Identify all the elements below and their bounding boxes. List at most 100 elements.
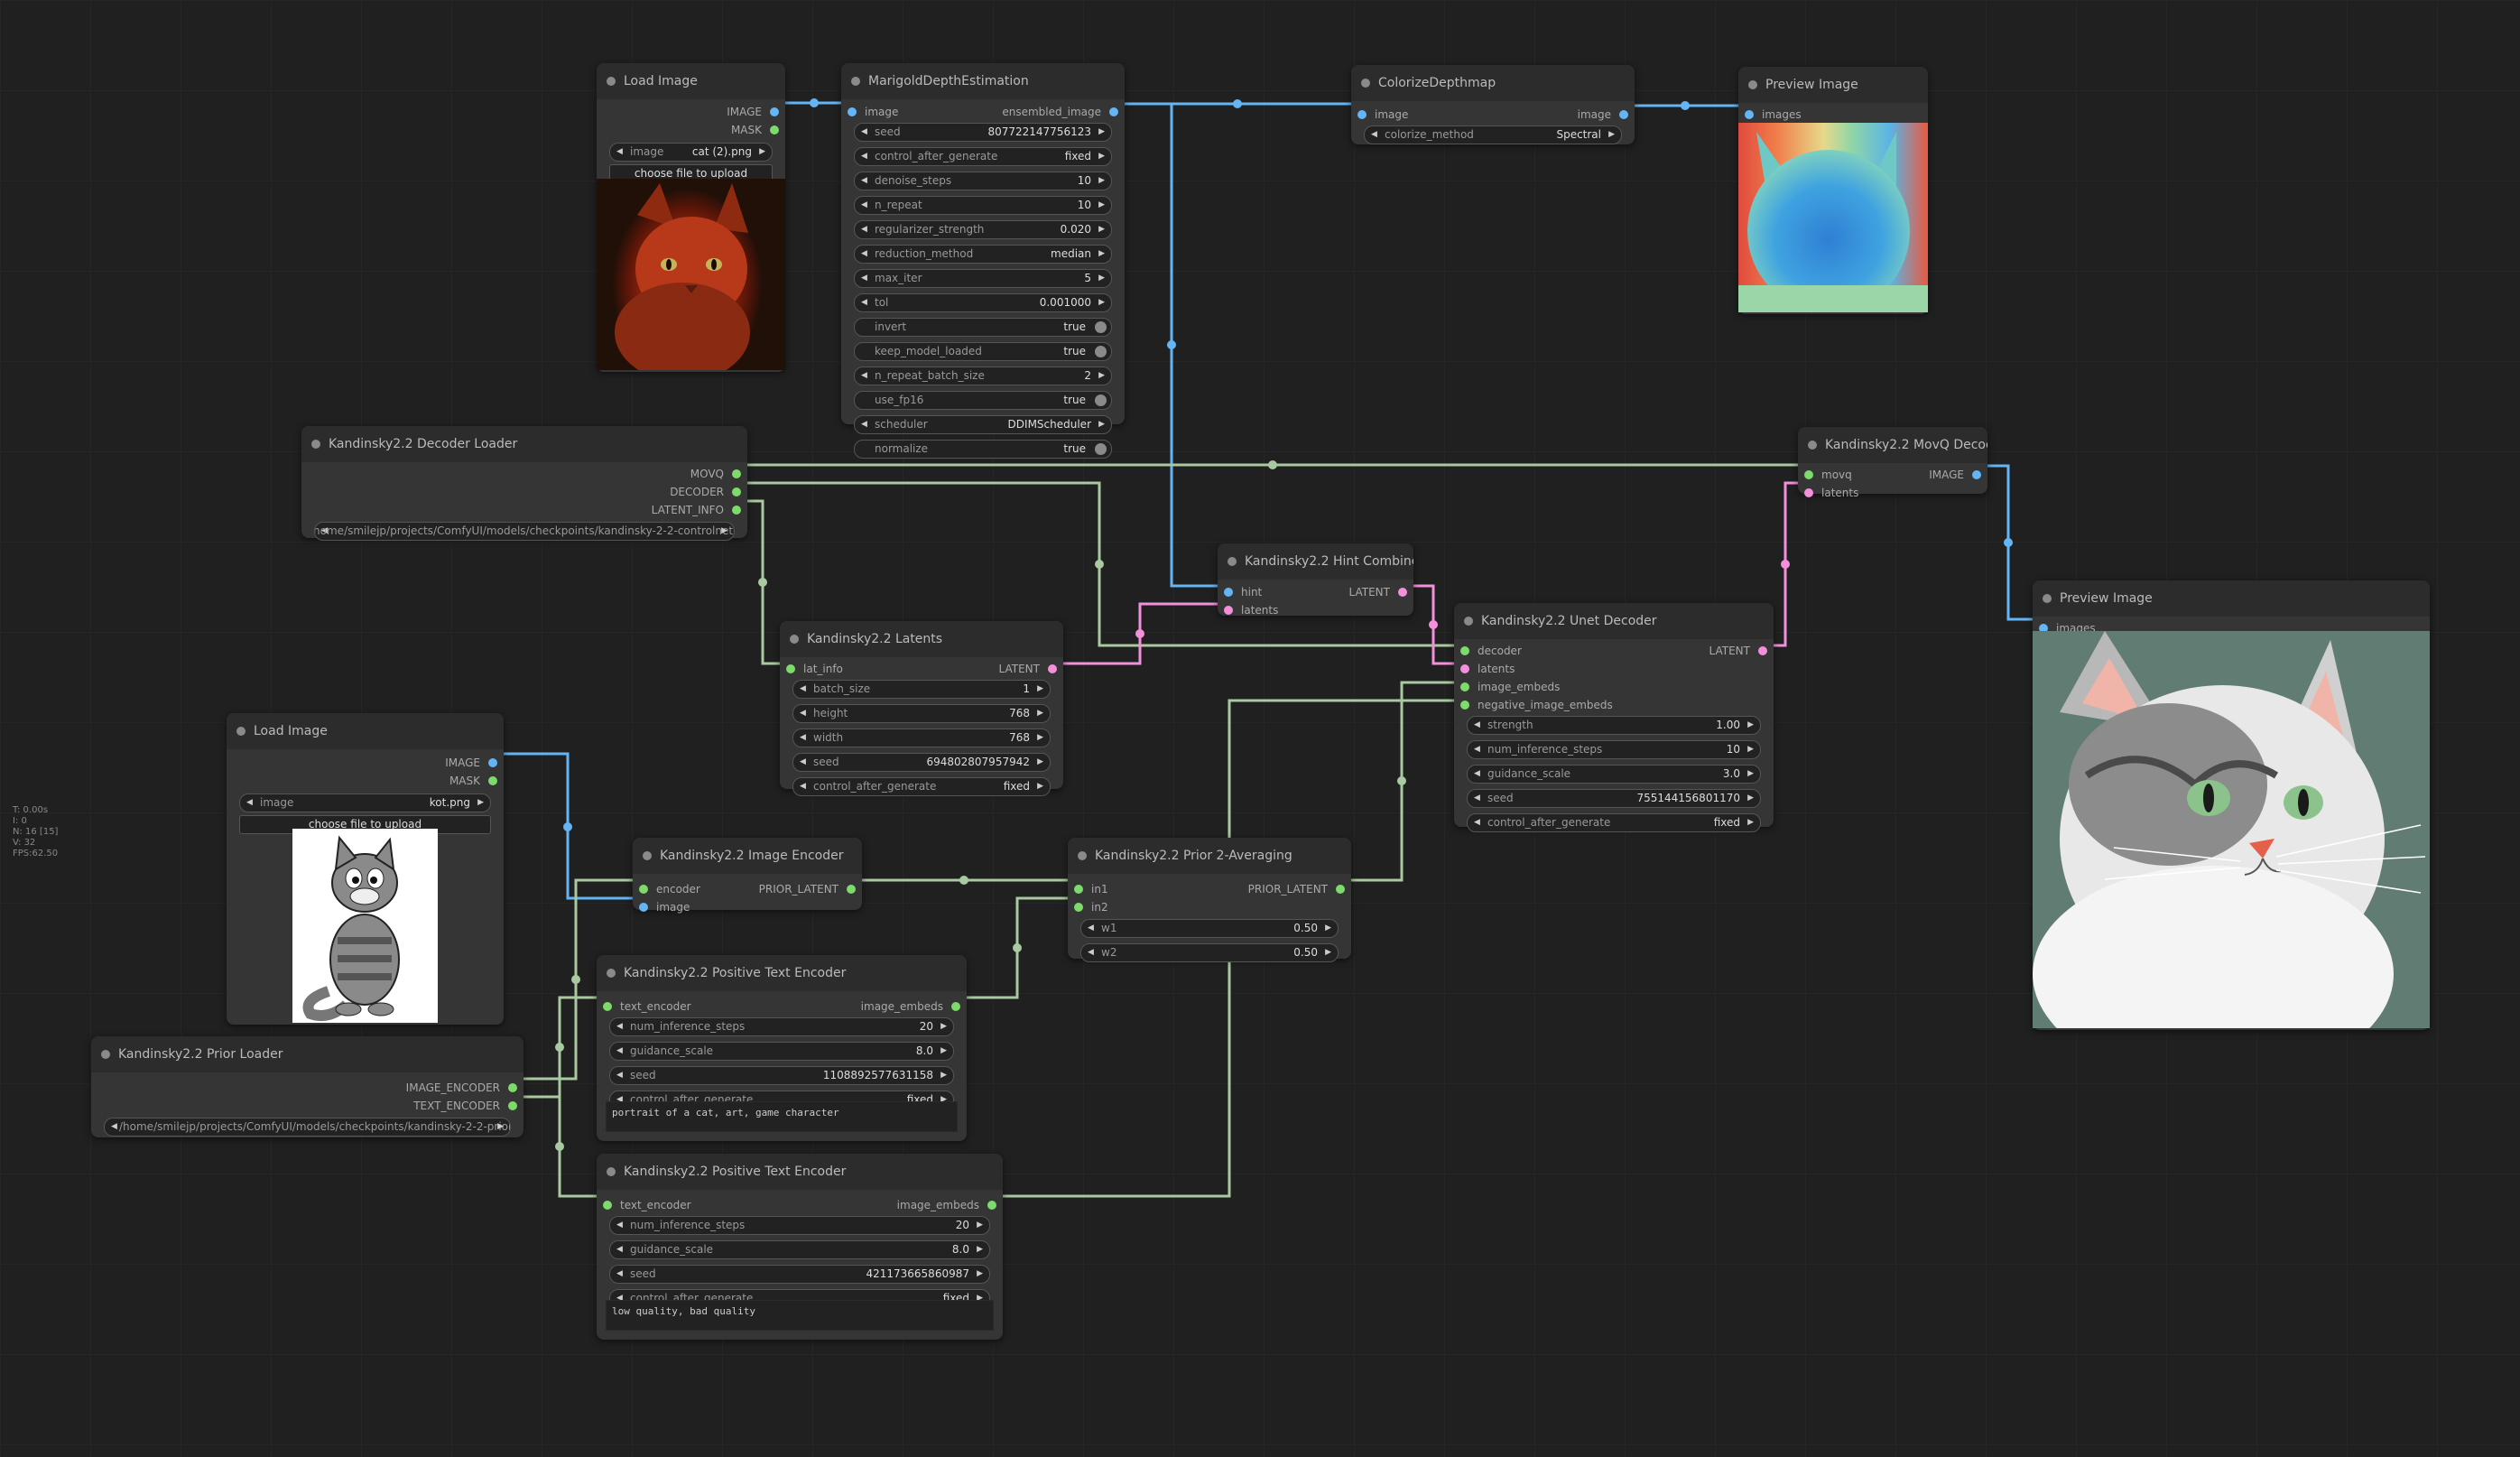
- arrow-right-icon[interactable]: ▶: [477, 794, 484, 812]
- arrow-left-icon[interactable]: ◀: [861, 221, 867, 238]
- arrow-right-icon[interactable]: ▶: [1098, 246, 1105, 263]
- load-image-node[interactable]: Load Image IMAGE MASK ◀ image cat (2).png ▶…: [597, 63, 785, 372]
- arrow-right-icon[interactable]: ▶: [1325, 944, 1331, 961]
- widget-n-repeat[interactable]: ◀ n_repeat 10 ▶: [854, 196, 1112, 215]
- arrow-right-icon[interactable]: ▶: [1098, 221, 1105, 238]
- slot-dot[interactable]: [1804, 488, 1813, 497]
- collapse-dot[interactable]: [2043, 594, 2052, 603]
- arrow-left-icon[interactable]: ◀: [1088, 920, 1094, 937]
- widget-seed[interactable]: ◀ seed 755144156801170 ▶: [1467, 789, 1761, 808]
- arrow-right-icon[interactable]: ▶: [1098, 172, 1105, 190]
- arrow-right-icon[interactable]: ▶: [1037, 681, 1043, 698]
- slot-dot[interactable]: [770, 107, 779, 116]
- arrow-left-icon[interactable]: ◀: [1474, 717, 1480, 734]
- slot-dot[interactable]: [987, 1201, 996, 1210]
- arrow-right-icon[interactable]: ▶: [977, 1266, 983, 1283]
- arrow-right-icon[interactable]: ▶: [977, 1241, 983, 1258]
- widget-keep-model-loaded[interactable]: keep_model_loaded true: [854, 342, 1112, 361]
- arrow-right-icon[interactable]: ▶: [1037, 754, 1043, 771]
- colorize-method-select[interactable]: ◀ colorize_method Spectral ▶: [1364, 125, 1622, 144]
- arrow-left-icon[interactable]: ◀: [861, 148, 867, 165]
- widget-reduction-method[interactable]: ◀ reduction_method median ▶: [854, 245, 1112, 264]
- node-title-bar[interactable]: Kandinsky2.2 Prior 2-Averaging: [1068, 838, 1351, 874]
- output-latent[interactable]: LATENT: [1349, 583, 1413, 601]
- colorize-depthmap-node[interactable]: ColorizeDepthmap image image ◀ colorize_m…: [1351, 65, 1635, 144]
- arrow-right-icon[interactable]: ▶: [759, 144, 765, 161]
- widget-seed[interactable]: ◀ seed 807722147756123 ▶: [854, 123, 1112, 142]
- output-latent-info[interactable]: LATENT_INFO: [652, 501, 747, 519]
- slot-dot[interactable]: [603, 1201, 612, 1210]
- arrow-right-icon[interactable]: ▶: [1747, 717, 1754, 734]
- widget-control-after-generate[interactable]: ◀ control_after_generate fixed ▶: [792, 777, 1051, 796]
- output-latent[interactable]: LATENT: [1709, 642, 1774, 660]
- slot-dot[interactable]: [1398, 588, 1407, 597]
- slot-dot[interactable]: [1619, 110, 1628, 119]
- arrow-left-icon[interactable]: ◀: [800, 754, 806, 771]
- collapse-dot[interactable]: [101, 1050, 110, 1059]
- arrow-right-icon[interactable]: ▶: [1608, 126, 1615, 144]
- widget-guidance-scale[interactable]: ◀ guidance_scale 8.0 ▶: [609, 1240, 990, 1259]
- widget-width[interactable]: ◀ width 768 ▶: [792, 728, 1051, 747]
- slot-dot[interactable]: [770, 125, 779, 135]
- collapse-dot[interactable]: [851, 77, 860, 86]
- slot-dot[interactable]: [1224, 588, 1233, 597]
- arrow-left-icon[interactable]: ◀: [616, 1266, 623, 1283]
- arrow-left-icon[interactable]: ◀: [616, 1217, 623, 1234]
- collapse-dot[interactable]: [236, 727, 246, 736]
- collapse-dot[interactable]: [311, 440, 320, 449]
- positive-text-encoder-node-2[interactable]: Kandinsky2.2 Positive Text Encoder text_…: [597, 1154, 1003, 1340]
- marigold-node[interactable]: MarigoldDepthEstimation image ensembled_…: [841, 63, 1125, 459]
- output-mask[interactable]: MASK: [449, 772, 504, 790]
- node-title-bar[interactable]: Preview Image: [2033, 580, 2430, 617]
- input-image-embeds[interactable]: image_embeds: [1454, 678, 1560, 696]
- arrow-right-icon[interactable]: ▶: [1325, 920, 1331, 937]
- widget-seed[interactable]: ◀ seed 421173665860987 ▶: [609, 1265, 990, 1284]
- collapse-dot[interactable]: [1808, 441, 1817, 450]
- toggle-knob-icon[interactable]: [1095, 346, 1107, 357]
- image-encoder-node[interactable]: Kandinsky2.2 Image Encoder encoder image…: [633, 838, 862, 914]
- slot-dot[interactable]: [1460, 701, 1469, 710]
- node-title-bar[interactable]: Kandinsky2.2 Unet Decoder: [1454, 603, 1774, 639]
- widget-invert[interactable]: invert true: [854, 318, 1112, 337]
- image-select[interactable]: ◀ image cat (2).png ▶: [609, 143, 773, 162]
- prompt-textarea[interactable]: low quality, bad quality: [606, 1300, 994, 1331]
- prior-loader-node[interactable]: Kandinsky2.2 Prior Loader IMAGE_ENCODER …: [91, 1036, 523, 1137]
- widget-w2[interactable]: ◀ w2 0.50 ▶: [1080, 943, 1339, 962]
- slot-dot[interactable]: [786, 664, 795, 673]
- arrow-left-icon[interactable]: ◀: [616, 1241, 623, 1258]
- widget-regularizer-strength[interactable]: ◀ regularizer_strength 0.020 ▶: [854, 220, 1112, 239]
- node-title-bar[interactable]: Preview Image: [1738, 67, 1928, 103]
- output-image-encoder[interactable]: IMAGE_ENCODER: [406, 1079, 523, 1097]
- arrow-left-icon[interactable]: ◀: [800, 705, 806, 722]
- widget-num-inference-steps[interactable]: ◀ num_inference_steps 10 ▶: [1467, 740, 1761, 759]
- arrow-right-icon[interactable]: ▶: [1098, 148, 1105, 165]
- widget-denoise-steps[interactable]: ◀ denoise_steps 10 ▶: [854, 172, 1112, 190]
- arrow-left-icon[interactable]: ◀: [800, 778, 806, 795]
- input-negative-image-embeds[interactable]: negative_image_embeds: [1454, 696, 1613, 714]
- slot-dot[interactable]: [639, 903, 648, 912]
- output-prior-latent[interactable]: PRIOR_LATENT: [1248, 880, 1351, 898]
- arrow-right-icon[interactable]: ▶: [497, 1118, 504, 1136]
- collapse-dot[interactable]: [1228, 557, 1237, 566]
- widget-guidance-scale[interactable]: ◀ guidance_scale 8.0 ▶: [609, 1042, 954, 1061]
- slot-dot[interactable]: [508, 1101, 517, 1110]
- node-title-bar[interactable]: Load Image: [227, 713, 504, 749]
- arrow-left-icon[interactable]: ◀: [861, 124, 867, 141]
- node-title-bar[interactable]: MarigoldDepthEstimation: [841, 63, 1125, 99]
- arrow-right-icon[interactable]: ▶: [1098, 124, 1105, 141]
- arrow-right-icon[interactable]: ▶: [977, 1217, 983, 1234]
- arrow-left-icon[interactable]: ◀: [861, 172, 867, 190]
- arrow-left-icon[interactable]: ◀: [111, 1118, 117, 1136]
- widget-num-inference-steps[interactable]: ◀ num_inference_steps 20 ▶: [609, 1216, 990, 1235]
- arrow-left-icon[interactable]: ◀: [861, 197, 867, 214]
- toggle-knob-icon[interactable]: [1095, 394, 1107, 406]
- node-title-bar[interactable]: Kandinsky2.2 Latents: [780, 621, 1063, 657]
- collapse-dot[interactable]: [607, 77, 616, 86]
- slot-dot[interactable]: [732, 469, 741, 478]
- collapse-dot[interactable]: [643, 851, 652, 860]
- collapse-dot[interactable]: [790, 635, 799, 644]
- slot-dot[interactable]: [1048, 664, 1057, 673]
- collapse-dot[interactable]: [1078, 851, 1087, 860]
- node-title-bar[interactable]: Kandinsky2.2 Prior Loader: [91, 1036, 523, 1072]
- input-images[interactable]: images: [1738, 106, 1802, 124]
